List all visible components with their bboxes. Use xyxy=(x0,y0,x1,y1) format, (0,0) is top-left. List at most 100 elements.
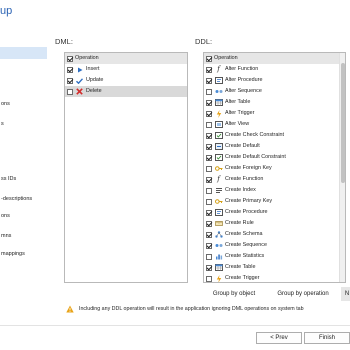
ddl-row[interactable]: Create Sequence xyxy=(204,240,345,251)
nav-item-descriptions[interactable]: -descriptions xyxy=(0,193,47,205)
nav-item-options[interactable]: ons xyxy=(0,210,47,222)
ddl-item-checkbox[interactable] xyxy=(206,99,212,106)
dml-header-row[interactable]: Operation xyxy=(65,53,187,64)
view-icon xyxy=(214,121,223,129)
checkmark-icon xyxy=(75,77,84,85)
ddl-item-checkbox[interactable] xyxy=(206,187,212,194)
ddl-item-label: Alter Procedure xyxy=(225,77,263,83)
ddl-row[interactable]: Create Trigger xyxy=(204,273,345,282)
ddl-row[interactable]: Alter Table xyxy=(204,97,345,108)
ddl-row[interactable]: f Alter Function xyxy=(204,64,345,75)
dml-row-insert[interactable]: Insert xyxy=(65,64,187,75)
ddl-scrollbar[interactable] xyxy=(339,53,345,282)
ddl-row[interactable]: Create Default Constraint xyxy=(204,152,345,163)
ddl-row[interactable]: Create Schema xyxy=(204,229,345,240)
ddl-item-label: Create Primary Key xyxy=(225,198,273,204)
key-icon xyxy=(214,165,223,173)
dml-row-update[interactable]: Update xyxy=(65,75,187,86)
nav-item-operations[interactable]: ons xyxy=(0,98,47,110)
nav-item-mappings[interactable]: mappings xyxy=(0,248,47,260)
constraint-icon xyxy=(214,154,223,162)
ddl-item-label: Create Default Constraint xyxy=(225,154,286,160)
ddl-item-checkbox[interactable] xyxy=(206,77,212,84)
ddl-item-label: Alter Table xyxy=(225,99,251,105)
ddl-label: DDL: xyxy=(195,37,213,46)
ddl-row[interactable]: Alter Trigger xyxy=(204,108,345,119)
ddl-select-all-checkbox[interactable] xyxy=(206,55,212,62)
group-by-operation-button[interactable]: Group by operation xyxy=(267,287,339,301)
ddl-row[interactable]: f Create Function xyxy=(204,174,345,185)
ddl-row[interactable]: Create Primary Key xyxy=(204,196,345,207)
ddl-item-checkbox[interactable] xyxy=(206,132,212,139)
update-label: Update xyxy=(86,77,104,83)
warning-icon xyxy=(66,305,74,313)
nav-item-s[interactable]: s xyxy=(0,118,47,130)
play-icon xyxy=(75,66,84,74)
insert-checkbox[interactable] xyxy=(67,66,73,73)
ddl-item-checkbox[interactable] xyxy=(206,264,212,271)
ddl-item-checkbox[interactable] xyxy=(206,121,212,128)
ddl-item-label: Alter Trigger xyxy=(225,110,255,116)
ddl-row[interactable]: Alter Sequence xyxy=(204,86,345,97)
wizard-title: up xyxy=(0,5,13,17)
default-icon xyxy=(214,143,223,151)
warning-text: Including any DDL operation will result … xyxy=(79,306,304,312)
ddl-header-row[interactable]: Operation xyxy=(204,53,345,64)
ddl-item-checkbox[interactable] xyxy=(206,110,212,117)
nav-item-current[interactable] xyxy=(0,47,47,59)
x-icon xyxy=(75,88,84,96)
statistics-icon xyxy=(214,253,223,261)
ddl-row[interactable]: Create Index xyxy=(204,185,345,196)
table-icon xyxy=(214,99,223,107)
update-checkbox[interactable] xyxy=(67,77,73,84)
ddl-item-label: Create Rule xyxy=(225,220,254,226)
rule-icon xyxy=(214,220,223,228)
ddl-row[interactable]: Create Foreign Key xyxy=(204,163,345,174)
ddl-item-checkbox[interactable] xyxy=(206,209,212,216)
ddl-row[interactable]: Alter View xyxy=(204,119,345,130)
ddl-row[interactable]: Create Check Constraint xyxy=(204,130,345,141)
dml-select-all-checkbox[interactable] xyxy=(67,55,73,62)
ddl-item-label: Alter View xyxy=(225,121,250,127)
ddl-item-checkbox[interactable] xyxy=(206,154,212,161)
ddl-item-checkbox[interactable] xyxy=(206,231,212,238)
ddl-item-checkbox[interactable] xyxy=(206,176,212,183)
delete-checkbox[interactable] xyxy=(67,88,73,95)
ddl-item-checkbox[interactable] xyxy=(206,198,212,205)
function-icon: f xyxy=(217,65,220,73)
ddl-item-checkbox[interactable] xyxy=(206,165,212,172)
ddl-row[interactable]: Create Rule xyxy=(204,218,345,229)
key-icon xyxy=(214,198,223,206)
ddl-row[interactable]: Alter Procedure xyxy=(204,75,345,86)
finish-button[interactable]: Finish xyxy=(304,332,350,344)
ddl-scrollbar-thumb[interactable] xyxy=(341,63,345,183)
ddl-item-checkbox[interactable] xyxy=(206,242,212,249)
ddl-warning: Including any DDL operation will result … xyxy=(66,305,304,313)
ddl-listbox[interactable]: Operation f Alter Function Alter Procedure… xyxy=(203,52,346,283)
ddl-item-label: Create Statistics xyxy=(225,253,265,259)
ddl-item-checkbox[interactable] xyxy=(206,88,212,95)
ddl-row[interactable]: Create Table xyxy=(204,262,345,273)
ddl-item-label: Create Procedure xyxy=(225,209,268,215)
ddl-item-checkbox[interactable] xyxy=(206,275,212,282)
ddl-item-checkbox[interactable] xyxy=(206,220,212,227)
schema-icon xyxy=(214,231,223,239)
ddl-row[interactable]: Create Procedure xyxy=(204,207,345,218)
ddl-header-label: Operation xyxy=(214,55,238,61)
nav-item-columns[interactable]: mns xyxy=(0,230,47,242)
nav-item-process-ids[interactable]: ss IDs xyxy=(0,173,47,185)
wizard-nav: ons s ss IDs -descriptions ons mns mappi… xyxy=(0,40,47,325)
prev-button[interactable]: < Prev xyxy=(256,332,302,344)
ddl-item-checkbox[interactable] xyxy=(206,143,212,150)
ddl-row[interactable]: Create Default xyxy=(204,141,345,152)
ddl-item-label: Create Trigger xyxy=(225,275,260,281)
dml-listbox[interactable]: Operation Insert Update Delete xyxy=(64,52,188,283)
ddl-rows: f Alter Function Alter Procedure Alter Sequ… xyxy=(204,64,345,282)
ddl-item-checkbox[interactable] xyxy=(206,66,212,73)
group-by-third-button[interactable]: N xyxy=(341,287,350,301)
dml-row-delete[interactable]: Delete xyxy=(65,86,187,97)
ddl-row[interactable]: Create Statistics xyxy=(204,251,345,262)
group-by-object-button[interactable]: Group by object xyxy=(203,287,265,301)
ddl-item-label: Create Sequence xyxy=(225,242,267,248)
ddl-item-checkbox[interactable] xyxy=(206,253,212,260)
